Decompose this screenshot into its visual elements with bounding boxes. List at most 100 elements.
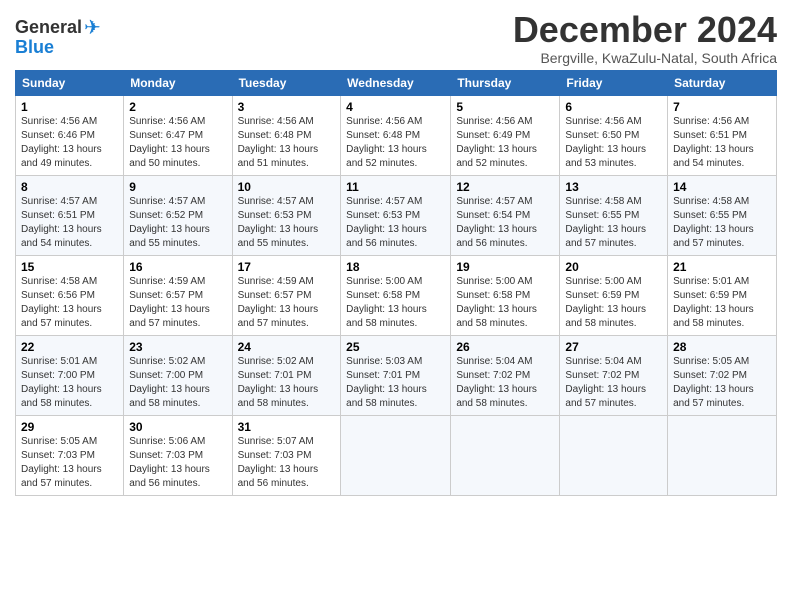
calendar-day-cell: 1 Sunrise: 4:56 AMSunset: 6:46 PMDayligh… [16,95,124,175]
day-number: 14 [673,180,771,194]
day-number: 27 [565,340,662,354]
day-number: 24 [238,340,336,354]
header: General ✈ Blue December 2024 Bergville, … [15,10,777,66]
calendar-day-cell: 11 Sunrise: 4:57 AMSunset: 6:53 PMDaylig… [341,175,451,255]
calendar-day-cell: 13 Sunrise: 4:58 AMSunset: 6:55 PMDaylig… [560,175,668,255]
day-info: Sunrise: 4:57 AMSunset: 6:54 PMDaylight:… [456,196,537,249]
calendar-day-cell: 19 Sunrise: 5:00 AMSunset: 6:58 PMDaylig… [451,255,560,335]
day-number: 6 [565,100,662,114]
day-info: Sunrise: 5:00 AMSunset: 6:59 PMDaylight:… [565,276,646,329]
page-container: General ✈ Blue December 2024 Bergville, … [0,0,792,501]
calendar-day-cell: 21 Sunrise: 5:01 AMSunset: 6:59 PMDaylig… [668,255,777,335]
col-tuesday: Tuesday [232,70,341,95]
col-monday: Monday [124,70,232,95]
day-info: Sunrise: 4:59 AMSunset: 6:57 PMDaylight:… [238,276,319,329]
day-info: Sunrise: 4:57 AMSunset: 6:52 PMDaylight:… [129,196,210,249]
calendar-day-cell: 2 Sunrise: 4:56 AMSunset: 6:47 PMDayligh… [124,95,232,175]
day-number: 1 [21,100,118,114]
calendar-day-cell: 7 Sunrise: 4:56 AMSunset: 6:51 PMDayligh… [668,95,777,175]
day-number: 31 [238,420,336,434]
calendar-day-cell [451,415,560,495]
day-number: 30 [129,420,226,434]
col-saturday: Saturday [668,70,777,95]
calendar-day-cell: 26 Sunrise: 5:04 AMSunset: 7:02 PMDaylig… [451,335,560,415]
calendar-day-cell: 12 Sunrise: 4:57 AMSunset: 6:54 PMDaylig… [451,175,560,255]
day-number: 11 [346,180,445,194]
calendar-day-cell [668,415,777,495]
day-info: Sunrise: 5:02 AMSunset: 7:00 PMDaylight:… [129,356,210,409]
calendar-day-cell: 31 Sunrise: 5:07 AMSunset: 7:03 PMDaylig… [232,415,341,495]
title-block: December 2024 Bergville, KwaZulu-Natal, … [513,10,777,66]
day-number: 21 [673,260,771,274]
day-info: Sunrise: 5:00 AMSunset: 6:58 PMDaylight:… [346,276,427,329]
day-number: 9 [129,180,226,194]
day-number: 3 [238,100,336,114]
calendar-day-cell: 18 Sunrise: 5:00 AMSunset: 6:58 PMDaylig… [341,255,451,335]
day-info: Sunrise: 4:57 AMSunset: 6:53 PMDaylight:… [346,196,427,249]
day-number: 18 [346,260,445,274]
day-number: 7 [673,100,771,114]
day-number: 8 [21,180,118,194]
day-info: Sunrise: 5:02 AMSunset: 7:01 PMDaylight:… [238,356,319,409]
day-info: Sunrise: 5:01 AMSunset: 7:00 PMDaylight:… [21,356,102,409]
day-number: 19 [456,260,554,274]
day-number: 25 [346,340,445,354]
calendar-day-cell: 27 Sunrise: 5:04 AMSunset: 7:02 PMDaylig… [560,335,668,415]
calendar-day-cell: 14 Sunrise: 4:58 AMSunset: 6:55 PMDaylig… [668,175,777,255]
calendar-day-cell: 17 Sunrise: 4:59 AMSunset: 6:57 PMDaylig… [232,255,341,335]
month-title: December 2024 [513,10,777,50]
calendar-header-row: Sunday Monday Tuesday Wednesday Thursday… [16,70,777,95]
calendar-day-cell: 23 Sunrise: 5:02 AMSunset: 7:00 PMDaylig… [124,335,232,415]
day-number: 23 [129,340,226,354]
day-info: Sunrise: 4:56 AMSunset: 6:48 PMDaylight:… [346,116,427,169]
calendar-day-cell: 22 Sunrise: 5:01 AMSunset: 7:00 PMDaylig… [16,335,124,415]
day-info: Sunrise: 4:56 AMSunset: 6:51 PMDaylight:… [673,116,754,169]
location: Bergville, KwaZulu-Natal, South Africa [513,50,777,66]
calendar-day-cell: 20 Sunrise: 5:00 AMSunset: 6:59 PMDaylig… [560,255,668,335]
calendar-day-cell: 24 Sunrise: 5:02 AMSunset: 7:01 PMDaylig… [232,335,341,415]
day-info: Sunrise: 4:56 AMSunset: 6:49 PMDaylight:… [456,116,537,169]
calendar-week-row: 29 Sunrise: 5:05 AMSunset: 7:03 PMDaylig… [16,415,777,495]
day-number: 26 [456,340,554,354]
day-info: Sunrise: 5:07 AMSunset: 7:03 PMDaylight:… [238,436,319,489]
calendar-week-row: 15 Sunrise: 4:58 AMSunset: 6:56 PMDaylig… [16,255,777,335]
day-info: Sunrise: 5:05 AMSunset: 7:02 PMDaylight:… [673,356,754,409]
day-number: 13 [565,180,662,194]
calendar-day-cell [560,415,668,495]
day-number: 28 [673,340,771,354]
calendar-day-cell: 8 Sunrise: 4:57 AMSunset: 6:51 PMDayligh… [16,175,124,255]
calendar-table: Sunday Monday Tuesday Wednesday Thursday… [15,70,777,496]
calendar-day-cell: 25 Sunrise: 5:03 AMSunset: 7:01 PMDaylig… [341,335,451,415]
calendar-week-row: 22 Sunrise: 5:01 AMSunset: 7:00 PMDaylig… [16,335,777,415]
calendar-day-cell: 16 Sunrise: 4:59 AMSunset: 6:57 PMDaylig… [124,255,232,335]
day-info: Sunrise: 5:05 AMSunset: 7:03 PMDaylight:… [21,436,102,489]
day-info: Sunrise: 4:59 AMSunset: 6:57 PMDaylight:… [129,276,210,329]
day-info: Sunrise: 4:57 AMSunset: 6:53 PMDaylight:… [238,196,319,249]
day-info: Sunrise: 5:06 AMSunset: 7:03 PMDaylight:… [129,436,210,489]
day-number: 12 [456,180,554,194]
day-info: Sunrise: 5:03 AMSunset: 7:01 PMDaylight:… [346,356,427,409]
calendar-day-cell: 15 Sunrise: 4:58 AMSunset: 6:56 PMDaylig… [16,255,124,335]
calendar-day-cell: 4 Sunrise: 4:56 AMSunset: 6:48 PMDayligh… [341,95,451,175]
day-number: 4 [346,100,445,114]
day-info: Sunrise: 5:04 AMSunset: 7:02 PMDaylight:… [456,356,537,409]
col-wednesday: Wednesday [341,70,451,95]
calendar-day-cell: 5 Sunrise: 4:56 AMSunset: 6:49 PMDayligh… [451,95,560,175]
col-thursday: Thursday [451,70,560,95]
logo-blue: Blue [15,37,54,58]
calendar-day-cell: 30 Sunrise: 5:06 AMSunset: 7:03 PMDaylig… [124,415,232,495]
calendar-day-cell: 28 Sunrise: 5:05 AMSunset: 7:02 PMDaylig… [668,335,777,415]
calendar-week-row: 8 Sunrise: 4:57 AMSunset: 6:51 PMDayligh… [16,175,777,255]
day-info: Sunrise: 5:04 AMSunset: 7:02 PMDaylight:… [565,356,646,409]
day-number: 2 [129,100,226,114]
col-sunday: Sunday [16,70,124,95]
logo: General ✈ Blue [15,15,101,58]
logo-general: General [15,17,82,38]
day-number: 17 [238,260,336,274]
day-info: Sunrise: 4:56 AMSunset: 6:48 PMDaylight:… [238,116,319,169]
col-friday: Friday [560,70,668,95]
day-number: 22 [21,340,118,354]
day-number: 10 [238,180,336,194]
calendar-day-cell [341,415,451,495]
calendar-day-cell: 9 Sunrise: 4:57 AMSunset: 6:52 PMDayligh… [124,175,232,255]
